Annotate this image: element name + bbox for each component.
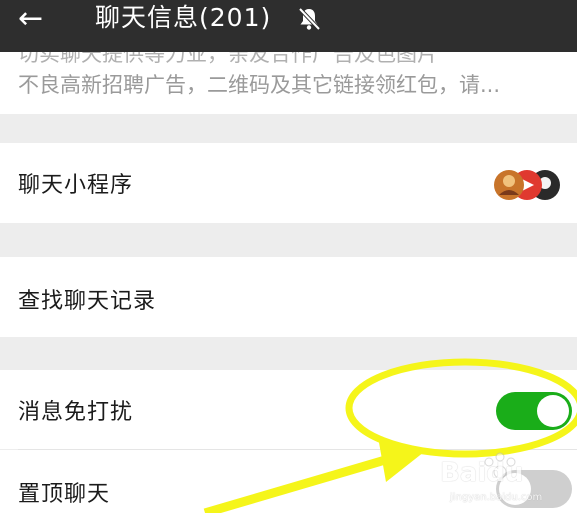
page-title: 聊天信息(201) xyxy=(95,3,272,32)
sticky-on-top-label: 置顶聊天 xyxy=(18,482,111,507)
watermark-sub: jingyan.baidu.com xyxy=(450,492,543,503)
group-notice[interactable]: 切实聊天提供等力业，亲友合作广告及色图片 不良高新招聘广告，二维码及其它链接领红… xyxy=(0,52,577,114)
do-not-disturb-row[interactable]: 消息免打扰 xyxy=(0,370,577,449)
group-notice-line-2: 不良高新招聘广告，二维码及其它链接领红包，请... xyxy=(18,73,501,97)
search-chat-history-label: 查找聊天记录 xyxy=(18,289,157,314)
do-not-disturb-toggle[interactable] xyxy=(496,392,572,430)
watermark-brand: Baidu xyxy=(440,458,524,488)
toggle-knob xyxy=(537,395,569,427)
mini-programs-label: 聊天小程序 xyxy=(18,173,134,198)
title-bar: ← 聊天信息(201) xyxy=(0,0,577,52)
back-arrow-icon[interactable]: ← xyxy=(18,4,43,34)
bell-off-icon xyxy=(298,7,321,31)
search-chat-history-row[interactable]: 查找聊天记录 xyxy=(0,257,577,337)
group-notice-line-1: 切实聊天提供等力业，亲友合作广告及色图片 xyxy=(18,52,438,66)
do-not-disturb-label: 消息免打扰 xyxy=(18,400,134,425)
mini-program-avatars-icon xyxy=(494,170,560,200)
mini-programs-row[interactable]: 聊天小程序 xyxy=(0,143,577,223)
